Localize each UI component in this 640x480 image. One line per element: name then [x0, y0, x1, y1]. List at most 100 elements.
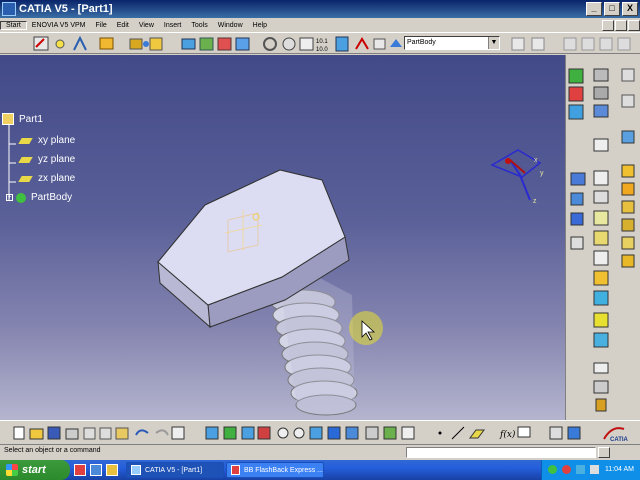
thread-icon[interactable] — [570, 236, 584, 250]
tool-r5-icon[interactable] — [593, 104, 609, 118]
plane-icon[interactable] — [469, 429, 485, 439]
tray-icon-2[interactable] — [562, 465, 571, 474]
3d-viewport[interactable]: x y z Part1 xy plane yz plane zx plane +… — [0, 55, 565, 420]
expand-icon[interactable]: + — [6, 194, 13, 201]
gray-tool-5-icon[interactable] — [599, 37, 613, 51]
cut-icon[interactable] — [83, 427, 96, 440]
start-button[interactable]: start — [0, 460, 70, 480]
analysis-icon[interactable] — [593, 380, 609, 394]
tree-node-zx-plane[interactable]: zx plane — [18, 173, 75, 184]
point-dot-icon[interactable] — [438, 431, 442, 435]
menu-edit[interactable]: Edit — [112, 22, 134, 29]
help-icon[interactable] — [171, 426, 185, 440]
translate-icon[interactable] — [593, 312, 609, 328]
zoom-in-icon[interactable] — [277, 427, 289, 439]
draft-icon[interactable] — [593, 190, 609, 204]
menu-enovia[interactable]: ENOVIA V5 VPM — [27, 22, 91, 29]
task-catia[interactable]: CATIA V5 - [Part1] — [126, 462, 224, 478]
split-icon[interactable] — [593, 250, 609, 266]
redo-icon[interactable] — [155, 429, 169, 436]
menu-start[interactable]: Start — [0, 20, 27, 30]
tray-icon-1[interactable] — [548, 465, 557, 474]
compass-icon[interactable]: x y z — [490, 149, 544, 205]
minimize-button[interactable]: _ — [586, 2, 602, 16]
remove-face-icon[interactable] — [593, 290, 609, 306]
chamfer-icon[interactable] — [570, 192, 584, 206]
formula-icon[interactable]: f(x) — [499, 429, 516, 440]
render-style-icon[interactable] — [345, 426, 359, 440]
constraint-icon[interactable] — [570, 172, 586, 186]
copy-icon[interactable] — [99, 427, 112, 440]
surface-icon[interactable] — [199, 37, 214, 51]
swap-visible-icon[interactable] — [383, 426, 397, 440]
workbench-assembly-icon[interactable] — [568, 86, 584, 102]
shell-icon[interactable] — [593, 210, 609, 226]
menu-help[interactable]: Help — [248, 22, 272, 29]
chevron-down-icon[interactable]: ▼ — [488, 37, 499, 49]
gray-tool-3-icon[interactable] — [563, 37, 577, 51]
paste-icon[interactable] — [115, 427, 129, 440]
hide-show-icon[interactable] — [365, 426, 379, 440]
printer-icon[interactable] — [593, 68, 609, 82]
rotate-icon[interactable] — [257, 426, 271, 440]
status-scroll-button[interactable] — [598, 447, 610, 458]
quicklaunch-3-icon[interactable] — [106, 464, 118, 476]
save-icon[interactable] — [47, 426, 61, 440]
close-button[interactable]: X — [622, 2, 638, 16]
capture-icon[interactable] — [401, 426, 415, 440]
table-icon[interactable] — [549, 426, 563, 440]
measure-icon[interactable] — [299, 37, 314, 51]
arrow-swap-icon[interactable] — [593, 362, 609, 374]
tool-r7-icon[interactable] — [593, 138, 609, 152]
pan-icon[interactable] — [241, 426, 255, 440]
gray-tool-4-icon[interactable] — [581, 37, 595, 51]
line-icon[interactable] — [451, 426, 465, 440]
doc-restore-button[interactable] — [615, 19, 627, 31]
body-icon[interactable] — [129, 38, 149, 50]
update-icon[interactable] — [335, 36, 349, 52]
rotate-icon[interactable] — [263, 37, 277, 51]
tool-r4-icon[interactable] — [621, 94, 635, 108]
pad-icon[interactable] — [621, 164, 635, 178]
normal-view-icon[interactable] — [309, 426, 323, 440]
thickness-icon[interactable] — [593, 270, 609, 286]
doc-close-button[interactable] — [628, 19, 640, 31]
tool-r6-icon[interactable] — [621, 130, 635, 144]
gray-tool-1-icon[interactable] — [511, 37, 525, 51]
comment-icon[interactable] — [517, 426, 531, 438]
property-icon[interactable] — [595, 398, 607, 412]
menu-view[interactable]: View — [134, 22, 159, 29]
pad-icon[interactable] — [99, 37, 114, 50]
print-icon[interactable] — [65, 428, 79, 440]
gray-tool-6-icon[interactable] — [617, 37, 631, 51]
menu-file[interactable]: File — [90, 22, 111, 29]
plane-icon[interactable] — [181, 38, 196, 50]
hole-icon[interactable] — [621, 236, 635, 250]
fillet-icon[interactable] — [593, 170, 609, 186]
zoom-out-icon[interactable] — [293, 427, 305, 439]
axis-icon[interactable] — [73, 35, 87, 51]
tree-node-partbody[interactable]: + PartBody — [6, 192, 72, 203]
quicklaunch-2-icon[interactable] — [90, 464, 102, 476]
constraint-icon[interactable] — [373, 38, 386, 50]
tool-r3-icon[interactable] — [593, 86, 609, 100]
pattern-icon[interactable] — [570, 212, 584, 226]
menu-window[interactable]: Window — [213, 22, 248, 29]
fly-icon[interactable] — [205, 426, 219, 440]
part-body-select-icon[interactable] — [390, 39, 402, 47]
menu-insert[interactable]: Insert — [159, 22, 187, 29]
part-body-select[interactable]: PartBody ▼ — [404, 36, 500, 50]
fit-all-icon[interactable] — [282, 37, 296, 51]
quicklaunch-1-icon[interactable] — [74, 464, 86, 476]
knowledge-icon[interactable] — [567, 426, 581, 440]
boolean-icon[interactable] — [149, 37, 163, 51]
open-folder-icon[interactable] — [29, 428, 44, 440]
tree-node-part1[interactable]: Part1 — [2, 113, 43, 125]
sketch-icon[interactable] — [33, 36, 49, 51]
fit-all-icon[interactable] — [223, 426, 237, 440]
pocket-icon[interactable] — [621, 182, 635, 196]
menu-tools[interactable]: Tools — [186, 22, 212, 29]
workbench-part-icon[interactable] — [568, 68, 584, 84]
material-icon[interactable] — [235, 37, 250, 51]
shaft-icon[interactable] — [621, 200, 635, 214]
